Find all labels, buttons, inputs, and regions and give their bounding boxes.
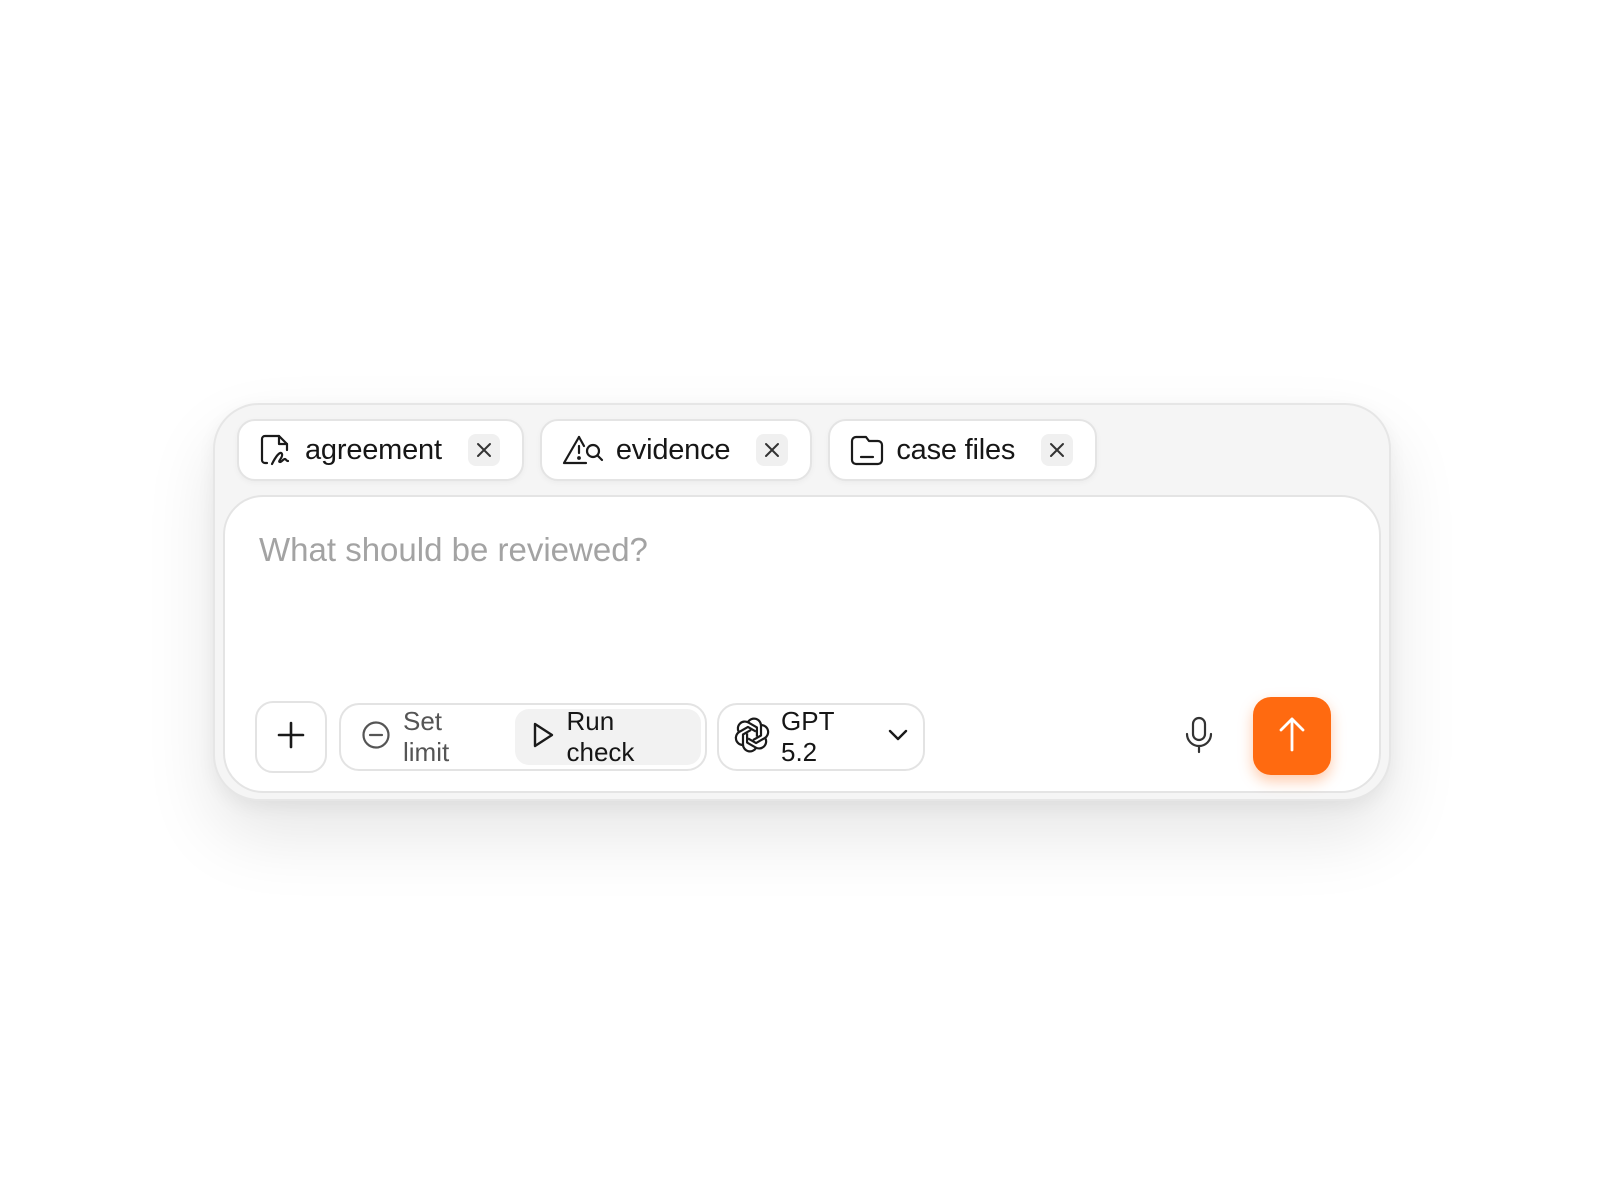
prompt-composer: agreement evidence case files What shoul…: [213, 403, 1391, 801]
model-select[interactable]: GPT 5.2: [717, 703, 925, 771]
attachment-chips: agreement evidence case files: [237, 419, 1098, 481]
chip-label: evidence: [615, 433, 731, 466]
set-limit-label: Set limit: [403, 706, 450, 767]
close-icon[interactable]: [1041, 434, 1074, 466]
add-button[interactable]: [255, 701, 327, 773]
plus-icon: [276, 720, 306, 755]
set-limit-button[interactable]: Set limit: [361, 706, 489, 767]
signed-document-icon: [259, 433, 293, 467]
model-label: GPT 5.2: [781, 706, 834, 767]
chip-label: agreement: [305, 433, 442, 466]
play-icon: [529, 720, 557, 755]
microphone-icon: [1184, 715, 1214, 760]
chip-evidence[interactable]: evidence: [539, 419, 813, 481]
input-card: Set limit Run check: [223, 495, 1381, 793]
microphone-button[interactable]: [1177, 715, 1221, 759]
close-icon[interactable]: [756, 434, 789, 466]
chip-agreement[interactable]: agreement: [237, 419, 524, 481]
chevron-down-icon: [887, 728, 909, 747]
warning-search-icon: [562, 433, 604, 467]
run-check-button[interactable]: Run check: [514, 706, 701, 767]
folder-icon: [850, 433, 884, 467]
close-icon[interactable]: [467, 434, 500, 466]
arrow-up-icon: [1277, 715, 1307, 758]
prompt-input[interactable]: [259, 531, 1309, 569]
openai-logo-icon: [733, 716, 771, 759]
send-button[interactable]: [1253, 697, 1331, 775]
run-check-label: Run check: [566, 706, 635, 767]
chip-label: case files: [896, 433, 1016, 466]
action-group: Set limit Run check: [339, 703, 707, 771]
minus-circle-icon: [361, 720, 391, 755]
chip-case-files[interactable]: case files: [828, 419, 1098, 481]
